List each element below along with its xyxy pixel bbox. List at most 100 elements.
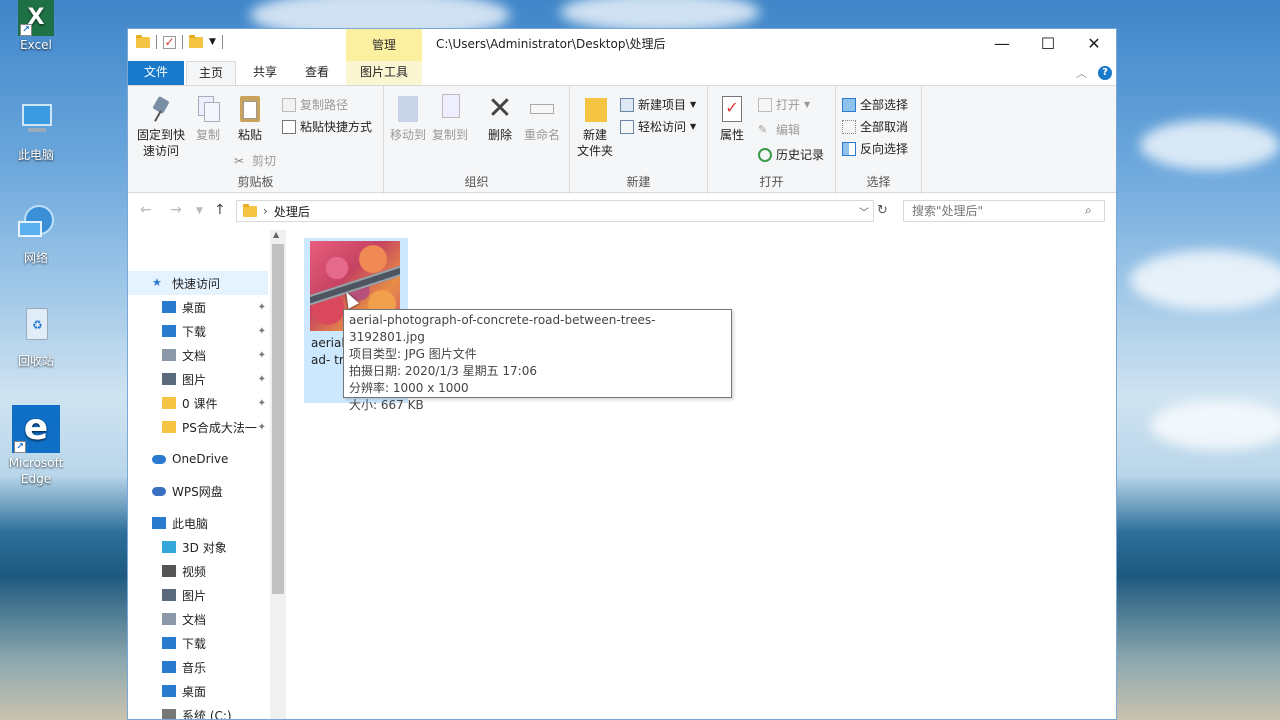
properties-check-icon[interactable]: ✓ xyxy=(163,35,176,49)
desktop-icon-label: Excel xyxy=(20,38,52,52)
pin-icon: ✦ xyxy=(257,325,266,337)
tab-picture-tools[interactable]: 图片工具 xyxy=(346,61,422,85)
nav-item-label: PS合成大法一 xyxy=(182,420,257,435)
refresh-icon[interactable]: ↻ xyxy=(877,203,888,218)
delete-button[interactable]: ✕ 删除 xyxy=(482,94,518,143)
nav-item[interactable]: 下载 xyxy=(128,631,268,655)
document-icon xyxy=(162,613,176,625)
select-none-button[interactable]: 全部取消 xyxy=(842,118,908,135)
nav-scrollbar[interactable]: ▲ xyxy=(270,230,286,719)
history-button[interactable]: 历史记录 xyxy=(758,146,824,163)
desktop-icon xyxy=(162,301,176,313)
tab-view[interactable]: 查看 xyxy=(292,61,342,85)
nav-item-label: 3D 对象 xyxy=(182,540,227,555)
edit-button[interactable]: ✎ 编辑 xyxy=(758,121,800,138)
scroll-up-icon[interactable]: ▲ xyxy=(273,230,279,239)
maximize-button[interactable]: ☐ xyxy=(1025,29,1071,59)
rename-icon xyxy=(528,94,556,124)
desktop-icon xyxy=(162,685,176,697)
desktop-icon-edge[interactable]: e ↗ Microsoft Edge xyxy=(0,405,72,487)
copy-to-button[interactable]: 复制到 xyxy=(432,94,468,143)
pin-icon: ✦ xyxy=(257,373,266,385)
open-button[interactable]: 打开 ▼ xyxy=(758,96,810,113)
customize-toolbar-icon[interactable]: ▼ xyxy=(209,37,216,47)
breadcrumb[interactable]: 处理后 xyxy=(274,203,310,220)
desktop-icon-this-pc[interactable]: 此电脑 xyxy=(0,100,72,163)
star-icon: ★ xyxy=(152,276,162,289)
history-icon xyxy=(758,147,772,162)
nav-item[interactable]: 此电脑 xyxy=(128,511,268,535)
copy-button[interactable]: 复制 xyxy=(190,94,226,143)
picture-icon xyxy=(162,373,176,385)
nav-item[interactable]: 0 课件 ✦ xyxy=(128,391,268,415)
nav-item[interactable]: 下载 ✦ xyxy=(128,319,268,343)
nav-item[interactable]: 桌面 xyxy=(128,679,268,703)
easy-access-button[interactable]: 轻松访问 ▼ xyxy=(620,118,696,135)
rename-button[interactable]: 重命名 xyxy=(522,94,562,143)
paste-shortcut-button[interactable]: 粘贴快捷方式 xyxy=(282,118,372,135)
nav-item[interactable]: OneDrive xyxy=(128,447,268,471)
new-folder-icon[interactable] xyxy=(189,34,203,48)
cut-button[interactable]: ✂ 剪切 xyxy=(234,152,276,169)
nav-item[interactable]: 文档 ✦ xyxy=(128,343,268,367)
nav-item[interactable]: 系统 (C:) xyxy=(128,703,268,719)
open-group: ✓ 属性 打开 ▼ ✎ 编辑 历史记录 打开 xyxy=(708,86,836,194)
cloud xyxy=(1130,250,1280,310)
nav-item[interactable]: 3D 对象 xyxy=(128,535,268,559)
group-label: 新建 xyxy=(626,175,651,189)
minimize-button[interactable]: — xyxy=(979,29,1025,59)
new-item-button[interactable]: 新建项目 ▼ xyxy=(620,96,696,113)
nav-item[interactable]: 文档 xyxy=(128,607,268,631)
nav-item[interactable]: ★ 快速访问 xyxy=(128,271,268,295)
copy-path-button[interactable]: 复制路径 xyxy=(282,96,348,113)
ribbon: 固定到快速访问 复制 粘贴 复制路径 粘贴快捷方式 ✂ 剪切 剪贴板 移动到 复… xyxy=(128,85,1116,194)
new-folder-button[interactable]: 新建 文件夹 xyxy=(574,94,616,159)
properties-icon: ✓ xyxy=(718,94,746,124)
invert-selection-button[interactable]: 反向选择 xyxy=(842,140,908,157)
tab-share[interactable]: 共享 xyxy=(240,61,290,85)
pin-icon: ✦ xyxy=(257,301,266,313)
close-button[interactable]: ✕ xyxy=(1071,29,1116,59)
back-arrow-icon[interactable]: ← xyxy=(140,202,152,218)
recycle-bin-icon: ♻ xyxy=(14,306,58,350)
desktop-icon-network[interactable]: 网络 xyxy=(0,203,72,266)
nav-item-label: 音乐 xyxy=(182,660,207,675)
folder-icon xyxy=(162,421,176,433)
help-icon[interactable]: ? xyxy=(1098,66,1112,80)
collapse-ribbon-icon[interactable]: ︿ xyxy=(1076,65,1087,81)
address-dropdown-icon[interactable]: ﹀ xyxy=(859,204,869,219)
nav-item[interactable]: 图片 ✦ xyxy=(128,367,268,391)
tab-file[interactable]: 文件 xyxy=(128,61,184,85)
move-to-button[interactable]: 移动到 xyxy=(390,94,426,143)
nav-item-label: 图片 xyxy=(182,588,207,603)
wps-cloud-icon xyxy=(152,486,166,496)
nav-item[interactable]: 音乐 xyxy=(128,655,268,679)
group-label: 剪贴板 xyxy=(237,175,274,189)
nav-item-label: 文档 xyxy=(182,612,207,627)
desktop-icon-excel[interactable]: X ↗ Excel xyxy=(0,0,72,52)
select-all-button[interactable]: 全部选择 xyxy=(842,96,908,113)
navigation-pane: ★ 快速访问 桌面 ✦ 下载 ✦ 文档 ✦ 图片 ✦ 0 课件 ✦ PS合成大法一 ✦ OneDrive WP… xyxy=(128,230,286,719)
nav-item[interactable]: WPS网盘 xyxy=(128,479,268,503)
paste-button[interactable]: 粘贴 xyxy=(232,94,268,143)
nav-item[interactable]: 桌面 ✦ xyxy=(128,295,268,319)
search-icon: ⌕ xyxy=(1085,203,1092,217)
recent-chevron-icon[interactable]: ▼ xyxy=(196,206,203,216)
window-title: C:\Users\Administrator\Desktop\处理后 xyxy=(436,37,666,51)
tooltip-type: 项目类型: JPG 图片文件 xyxy=(349,347,477,361)
address-input[interactable]: › 处理后 ﹀ xyxy=(236,200,874,222)
search-input[interactable]: 搜索"处理后" xyxy=(903,200,1105,222)
tab-manage[interactable]: 管理 xyxy=(346,29,422,61)
scroll-thumb[interactable] xyxy=(272,244,284,594)
desktop-icon-recycle-bin[interactable]: ♻ 回收站 xyxy=(0,306,72,369)
pin-icon xyxy=(147,94,175,124)
nav-item[interactable]: 图片 xyxy=(128,583,268,607)
nav-item[interactable]: PS合成大法一 ✦ xyxy=(128,415,268,439)
properties-button[interactable]: ✓ 属性 xyxy=(712,94,752,143)
up-arrow-icon[interactable]: ↑ xyxy=(214,202,226,218)
tab-home[interactable]: 主页 xyxy=(186,61,236,85)
delete-x-icon: ✕ xyxy=(487,91,513,126)
nav-item[interactable]: 视频 xyxy=(128,559,268,583)
pin-quick-access-button[interactable]: 固定到快速访问 xyxy=(134,94,188,159)
forward-arrow-icon[interactable]: → xyxy=(170,202,182,218)
